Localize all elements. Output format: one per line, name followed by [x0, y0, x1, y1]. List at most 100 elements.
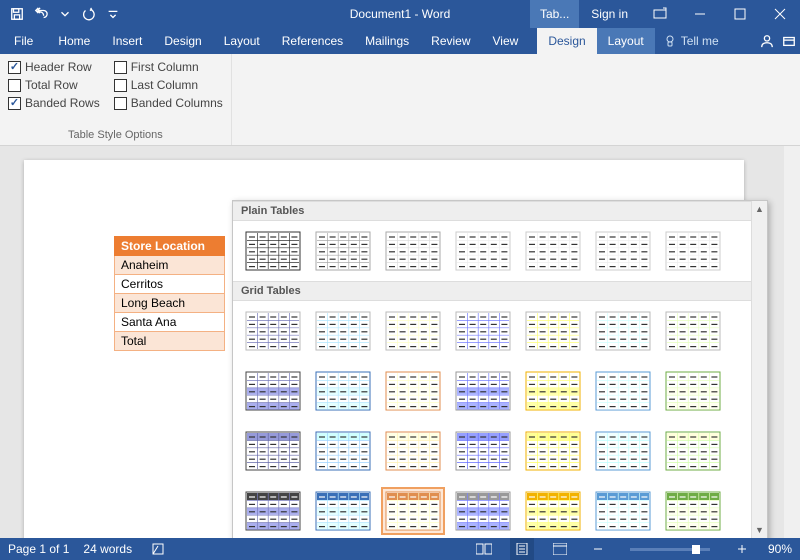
- tab-table-design[interactable]: Design: [537, 28, 596, 54]
- table-style-thumb[interactable]: [381, 367, 445, 415]
- scroll-down-icon[interactable]: ▼: [752, 522, 767, 538]
- table-cell[interactable]: Anaheim: [115, 256, 225, 275]
- table-style-thumb[interactable]: [311, 427, 375, 475]
- table-style-thumb[interactable]: [381, 307, 445, 355]
- table-style-thumb[interactable]: [311, 227, 375, 275]
- gallery-row: [233, 481, 767, 538]
- table-style-thumb[interactable]: [451, 307, 515, 355]
- document-area[interactable]: Store Location Anaheim Cerritos Long Bea…: [0, 146, 800, 538]
- table-style-thumb[interactable]: [241, 427, 305, 475]
- table-style-thumb[interactable]: [591, 367, 655, 415]
- tab-layout[interactable]: Layout: [213, 28, 271, 54]
- table-style-thumb[interactable]: [381, 227, 445, 275]
- table-style-thumb[interactable]: [661, 367, 725, 415]
- checkbox-icon: [114, 97, 127, 110]
- table-style-thumb[interactable]: [591, 487, 655, 535]
- gallery-row: [233, 361, 767, 421]
- zoom-level[interactable]: 90%: [768, 542, 792, 556]
- table-styles-gallery: Plain Tables Grid Tables ▲ ▼ Modify Tabl…: [232, 200, 768, 538]
- table-style-thumb[interactable]: [241, 487, 305, 535]
- tab-references[interactable]: References: [271, 28, 354, 54]
- table-style-thumb[interactable]: [311, 367, 375, 415]
- table-cell[interactable]: Total: [115, 332, 225, 351]
- table-style-thumb[interactable]: [311, 307, 375, 355]
- last-column-checkbox[interactable]: Last Column: [114, 78, 223, 92]
- table-header-cell[interactable]: Store Location: [115, 237, 225, 256]
- table-style-thumb[interactable]: [521, 307, 585, 355]
- table-style-thumb[interactable]: [241, 307, 305, 355]
- table-style-thumb[interactable]: [451, 227, 515, 275]
- vertical-scrollbar[interactable]: [784, 146, 800, 538]
- table-style-options-group: Header Row Total Row Banded Rows First C…: [0, 54, 232, 145]
- table-cell[interactable]: Long Beach: [115, 294, 225, 313]
- table-style-thumb[interactable]: [591, 307, 655, 355]
- share-button[interactable]: [778, 30, 800, 52]
- table-row: Anaheim: [115, 256, 225, 275]
- tab-insert[interactable]: Insert: [101, 28, 153, 54]
- table-style-thumb[interactable]: [521, 427, 585, 475]
- undo-button[interactable]: [30, 3, 52, 25]
- word-count[interactable]: 24 words: [83, 542, 132, 556]
- table-cell[interactable]: Cerritos: [115, 275, 225, 294]
- table-style-thumb[interactable]: [521, 367, 585, 415]
- tab-mailings[interactable]: Mailings: [354, 28, 420, 54]
- table-style-thumb[interactable]: [451, 427, 515, 475]
- tab-home[interactable]: Home: [47, 28, 101, 54]
- gallery-section-header: Grid Tables: [233, 281, 767, 301]
- banded-columns-checkbox[interactable]: Banded Columns: [114, 96, 223, 110]
- redo-button[interactable]: [78, 3, 100, 25]
- gallery-scrollbar[interactable]: ▲ ▼: [751, 201, 767, 538]
- sign-in-link[interactable]: Sign in: [579, 7, 640, 21]
- page-indicator[interactable]: Page 1 of 1: [8, 542, 69, 556]
- qat-customize-icon[interactable]: [102, 3, 124, 25]
- tab-table-layout[interactable]: Layout: [597, 28, 655, 54]
- scroll-up-icon[interactable]: ▲: [752, 201, 767, 217]
- table-cell[interactable]: Santa Ana: [115, 313, 225, 332]
- tab-review[interactable]: Review: [420, 28, 481, 54]
- group-label: Table Style Options: [8, 129, 223, 143]
- status-bar: Page 1 of 1 24 words 90%: [0, 538, 800, 560]
- table-style-thumb[interactable]: [661, 487, 725, 535]
- read-mode-button[interactable]: [472, 538, 496, 560]
- print-layout-button[interactable]: [510, 538, 534, 560]
- total-row-checkbox[interactable]: Total Row: [8, 78, 100, 92]
- minimize-button[interactable]: [680, 0, 720, 28]
- tell-me-search[interactable]: Tell me: [655, 34, 727, 48]
- zoom-out-button[interactable]: [586, 538, 610, 560]
- table-tools-context-tab[interactable]: Tab...: [530, 0, 579, 28]
- table-style-thumb[interactable]: [661, 227, 725, 275]
- document-table[interactable]: Store Location Anaheim Cerritos Long Bea…: [114, 236, 225, 351]
- table-style-thumb[interactable]: [241, 367, 305, 415]
- table-style-thumb[interactable]: [521, 227, 585, 275]
- table-style-thumb[interactable]: [591, 427, 655, 475]
- tab-view[interactable]: View: [482, 28, 530, 54]
- tab-file[interactable]: File: [0, 28, 47, 54]
- table-style-thumb[interactable]: [451, 367, 515, 415]
- table-style-thumb[interactable]: [241, 227, 305, 275]
- table-style-thumb[interactable]: [381, 487, 445, 535]
- undo-dropdown-icon[interactable]: [54, 3, 76, 25]
- gallery-row: [233, 421, 767, 481]
- table-style-thumb[interactable]: [381, 427, 445, 475]
- table-style-thumb[interactable]: [591, 227, 655, 275]
- table-style-thumb[interactable]: [521, 487, 585, 535]
- web-layout-button[interactable]: [548, 538, 572, 560]
- table-style-thumb[interactable]: [311, 487, 375, 535]
- spell-check-icon[interactable]: [146, 538, 170, 560]
- zoom-slider[interactable]: [630, 548, 710, 551]
- table-style-thumb[interactable]: [661, 427, 725, 475]
- zoom-in-button[interactable]: [730, 538, 754, 560]
- table-style-thumb[interactable]: [451, 487, 515, 535]
- table-style-thumb[interactable]: [661, 307, 725, 355]
- checkbox-icon: [8, 79, 21, 92]
- close-button[interactable]: [760, 0, 800, 28]
- first-column-checkbox[interactable]: First Column: [114, 60, 223, 74]
- maximize-button[interactable]: [720, 0, 760, 28]
- ribbon-display-options-button[interactable]: [640, 0, 680, 28]
- tab-design[interactable]: Design: [153, 28, 212, 54]
- save-button[interactable]: [6, 3, 28, 25]
- banded-rows-checkbox[interactable]: Banded Rows: [8, 96, 100, 110]
- header-row-checkbox[interactable]: Header Row: [8, 60, 100, 74]
- checkbox-checked-icon: [8, 97, 21, 110]
- account-icon[interactable]: [756, 30, 778, 52]
